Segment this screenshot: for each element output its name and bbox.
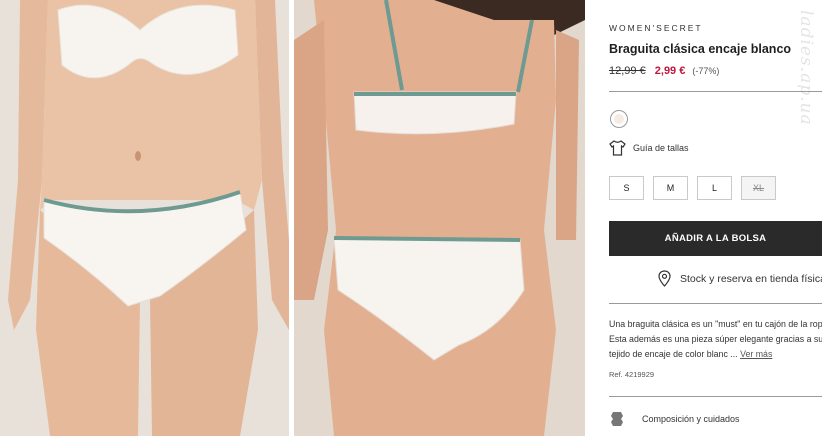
size-option-l[interactable]: L <box>697 176 732 200</box>
composition-care-link[interactable]: Composición y cuidados <box>609 410 740 428</box>
read-more-link[interactable]: Ver más <box>740 349 772 359</box>
sale-price: 2,99 € <box>654 65 686 77</box>
divider <box>609 91 822 92</box>
product-reference: Ref. 4219929 <box>609 370 655 379</box>
store-stock-link[interactable]: Stock y reserva en tienda física <box>657 270 822 287</box>
product-image-front[interactable] <box>0 0 289 436</box>
brand-name: WOMEN'SECRET <box>609 23 703 33</box>
size-option-xl[interactable]: XL <box>741 176 776 200</box>
product-title: Braguita clásica encaje blanco <box>609 42 792 56</box>
store-stock-label: Stock y reserva en tienda física <box>680 272 822 285</box>
divider <box>609 396 822 397</box>
product-photo-front <box>0 0 289 436</box>
size-option-m[interactable]: M <box>653 176 688 200</box>
description-line: Esta además es una pieza súper elegante … <box>609 334 822 344</box>
location-pin-icon <box>658 270 671 287</box>
price-block: 12,99 € 2,99 € (-77%) <box>609 65 719 77</box>
product-description: Una braguita clásica es un "must" en tu … <box>609 317 822 362</box>
label-icon <box>611 412 623 426</box>
discount-badge: (-77%) <box>692 66 720 76</box>
description-line: tejido de encaje de color blanc ... Ver … <box>609 347 822 362</box>
size-guide-link[interactable]: Guía de tallas <box>609 140 689 156</box>
product-image-back[interactable] <box>294 0 585 436</box>
add-to-bag-button[interactable]: AÑADIR A LA BOLSA <box>609 221 822 256</box>
size-guide-label: Guía de tallas <box>633 143 689 153</box>
description-line: Una braguita clásica es un "must" en tu … <box>609 319 822 329</box>
divider <box>609 303 822 304</box>
product-photo-back <box>294 0 585 436</box>
size-selector: S M L XL <box>609 176 785 200</box>
color-swatch-white[interactable] <box>610 110 628 128</box>
original-price: 12,99 € <box>609 65 646 77</box>
tshirt-icon <box>609 140 626 156</box>
description-text: tejido de encaje de color blanc ... <box>609 349 738 359</box>
composition-care-label: Composición y cuidados <box>642 414 740 424</box>
size-option-s[interactable]: S <box>609 176 644 200</box>
product-info-panel: WOMEN'SECRET Braguita clásica encaje bla… <box>609 0 822 436</box>
